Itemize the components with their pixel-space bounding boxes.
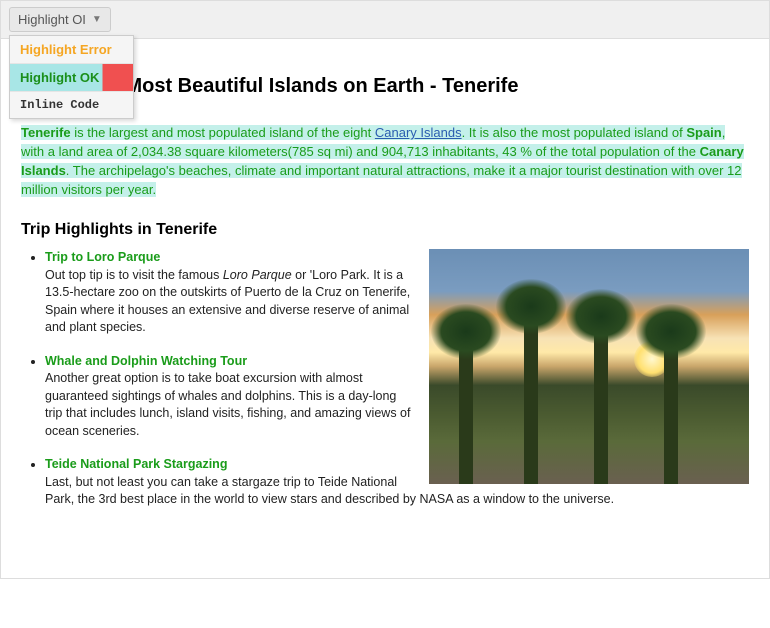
- editor-toolbar: Highlight OI ▼ Highlight Error Highlight…: [0, 0, 770, 39]
- intro-paragraph: Tenerife is the largest and most populat…: [21, 124, 749, 199]
- trip-desc: Another great option is to take boat exc…: [45, 371, 410, 438]
- intro-bold-tenerife: Tenerife: [21, 125, 71, 140]
- intro-text: . It is also the most populated island o…: [462, 125, 687, 140]
- menu-item-highlight-ok[interactable]: Highlight OK: [10, 64, 133, 92]
- trip-desc: Out top tip is to visit the famous Loro …: [45, 268, 410, 335]
- palm-icon: [664, 334, 678, 484]
- palm-icon: [459, 334, 473, 484]
- palm-icon: [524, 309, 538, 484]
- section-heading: Trip Highlights in Tenerife: [21, 221, 749, 239]
- format-dropdown-button[interactable]: Highlight OI ▼: [9, 7, 111, 32]
- menu-item-inline-code[interactable]: Inline Code: [10, 92, 133, 118]
- caret-down-icon: ▼: [92, 14, 102, 25]
- tenerife-photo: [429, 249, 749, 484]
- format-dropdown-label: Highlight OI: [18, 12, 86, 27]
- intro-text: is the largest and most populated island…: [71, 125, 375, 140]
- menu-item-highlight-error[interactable]: Highlight Error: [10, 36, 133, 64]
- editor-content[interactable]: One of the Most Beautiful Islands on Ear…: [0, 39, 770, 579]
- palm-icon: [594, 319, 608, 484]
- format-dropdown-menu: Highlight Error Highlight OK Inline Code: [9, 35, 134, 119]
- link-canary-islands[interactable]: Canary Islands: [375, 125, 462, 140]
- intro-text: . The archipelago's beaches, climate and…: [21, 163, 742, 197]
- intro-bold-spain: Spain: [686, 125, 721, 140]
